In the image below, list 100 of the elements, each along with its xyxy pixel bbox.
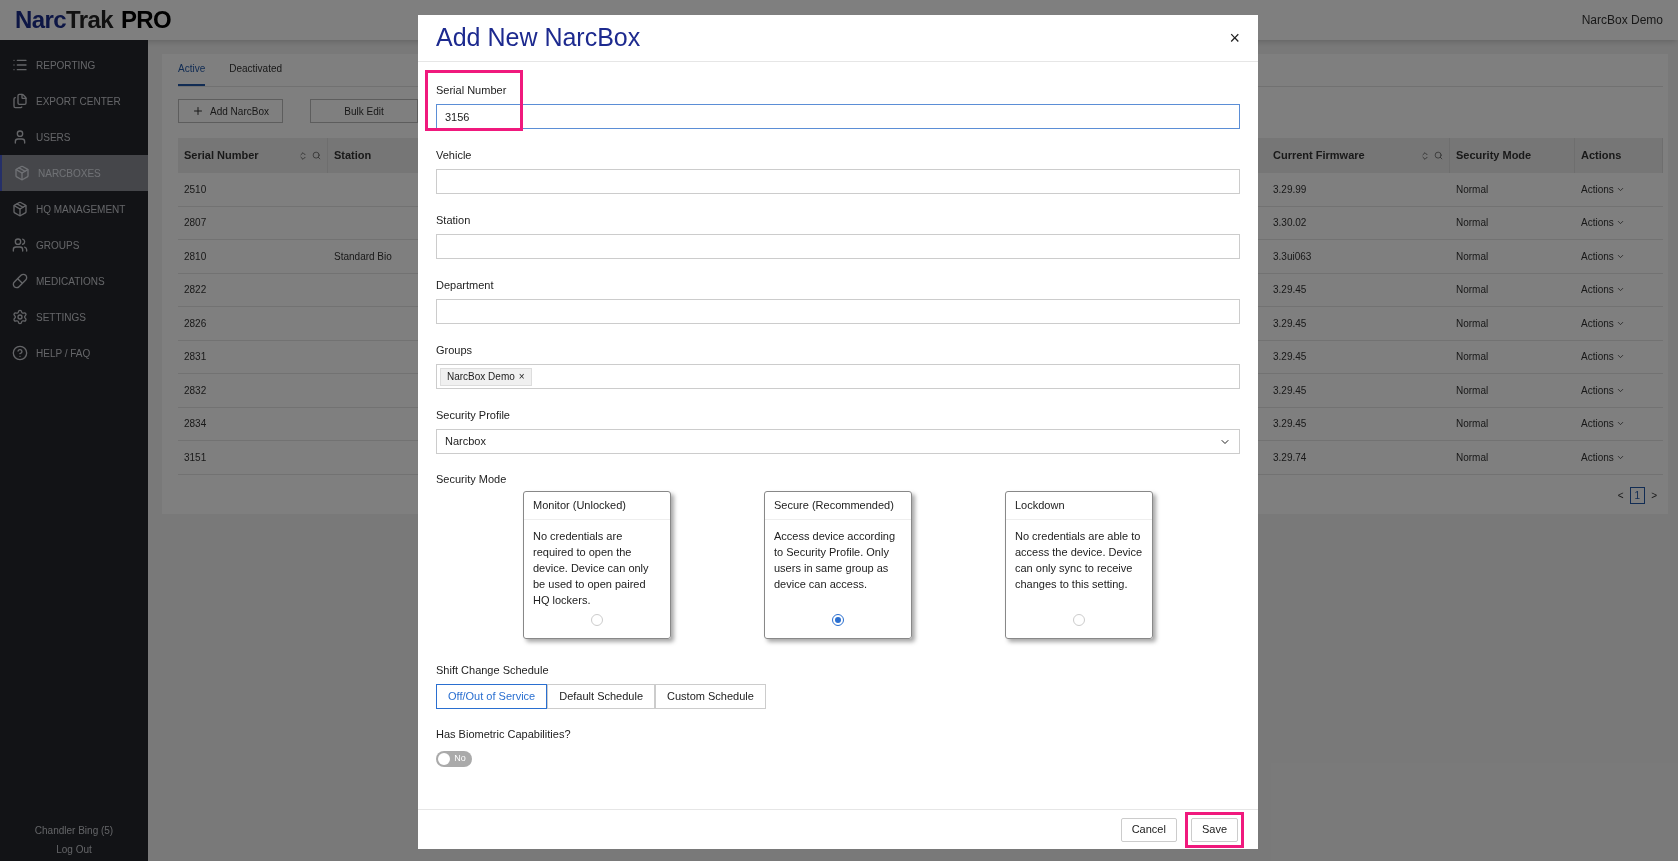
close-button[interactable]: × [1229,24,1240,52]
table-cell-text: 3.29.45 [1273,350,1307,365]
list-icon [12,57,28,73]
field-label: Vehicle [436,148,472,163]
input-field[interactable] [436,169,1240,194]
sidebar-item[interactable]: REPORTING [0,47,148,83]
dialog-button[interactable]: Save [1190,817,1238,842]
sidebar-item[interactable]: USERS [0,119,148,155]
settings-icon [12,309,28,325]
table-cell-text: 3.29.45 [1273,283,1307,298]
schedule-option[interactable]: Custom Schedule [655,684,766,709]
section-label: Has Biometric Capabilities? [436,727,572,742]
table-cell-text: Normal [1456,216,1489,231]
sidebar-item[interactable]: SETTINGS [0,299,148,335]
search-icon [1434,151,1443,160]
sort-icon [298,150,308,161]
card-title: Monitor (Unlocked) [524,492,670,520]
box-icon [12,201,28,217]
column-header[interactable]: Actions [1575,138,1663,173]
page-number[interactable]: 1 [1629,486,1646,504]
account-name[interactable]: NarcBox Demo [1581,11,1663,29]
user-icon [12,129,28,145]
table-cell-text: Normal [1456,283,1489,298]
documents-icon [12,93,28,109]
table-cell-text: Normal [1456,383,1489,398]
table-cell-text: Normal [1456,350,1489,365]
table-cell-text: 2834 [184,417,207,432]
help-icon [12,345,28,361]
section-label: Shift Change Schedule [436,663,550,678]
mode-card[interactable]: Secure (Recommended) Access device according to Security Profile. Only users in same group as device can access. [764,491,912,639]
select-field[interactable]: Narcbox [436,429,1240,454]
input-field[interactable] [436,234,1240,259]
sidebar-item[interactable]: GROUPS [0,227,148,263]
card-title: Lockdown [1006,492,1152,520]
tab[interactable]: Active [178,61,206,86]
table-cell-text: 2832 [184,383,207,398]
tag-input[interactable]: NarcBox Demo × [436,364,1240,389]
add-button[interactable]: Add NarcBox [178,99,283,123]
logo: NarcTrak PRO [15,5,172,35]
mode-card[interactable]: Monitor (Unlocked) No credentials are required to open the device. Device can only be used to open paired HQ lockers. [523,491,671,639]
remove-tag-button[interactable]: × [518,368,525,385]
toggle-switch[interactable]: No [436,751,472,767]
card-title: Secure (Recommended) [765,492,911,520]
pill-icon [12,273,28,289]
mode-card[interactable]: Lockdown No credentials are able to access the device. Device can only sync to receive changes to this setting. [1005,491,1153,639]
column-header[interactable]: Security Mode [1450,138,1575,173]
table-cell-text: Standard Bio [334,249,392,264]
table-cell-text: 2510 [184,182,207,197]
table-cell-text: Normal [1456,450,1489,465]
actions-dropdown[interactable]: Actions [1581,449,1625,465]
column-header[interactable]: Serial Number [178,138,328,173]
plus-icon [192,105,205,117]
actions-dropdown[interactable]: Actions [1581,282,1625,298]
table-cell-text: 3.3ui063 [1273,249,1312,264]
schedule-option[interactable]: Default Schedule [547,684,655,709]
actions-dropdown[interactable]: Actions [1581,382,1625,398]
card-description: No credentials are required to open the device. Device can only be used to open paired HQ lockers. [532,529,650,608]
tab[interactable]: Deactivated [229,61,283,86]
actions-dropdown[interactable]: Actions [1581,349,1625,365]
sidebar-item[interactable]: MEDICATIONS [0,263,148,299]
table-cell-text: Normal [1456,249,1489,264]
sidebar-item[interactable]: HELP / FAQ [0,335,148,371]
sidebar-item[interactable]: EXPORT CENTER [0,83,148,119]
bulk-edit-button[interactable]: Bulk Edit [310,99,418,123]
table-cell-text: 3.30.02 [1273,216,1307,231]
table-cell-text: 2831 [184,350,207,365]
table-cell-text: 3.29.99 [1273,182,1307,197]
actions-dropdown[interactable]: Actions [1581,215,1625,231]
card-description: Access device according to Security Profile. Only users in same group as device can access. [773,529,897,592]
next-page[interactable]: > [1651,487,1657,503]
actions-dropdown[interactable]: Actions [1581,416,1625,432]
table-cell-text: Normal [1456,417,1489,432]
table-cell-text: 3151 [184,450,207,465]
field-label: Serial Number [436,83,507,98]
input-field[interactable] [436,299,1240,324]
table-cell-text: 3.29.45 [1273,383,1307,398]
actions-dropdown[interactable]: Actions [1581,181,1625,197]
dialog-button[interactable]: Cancel [1120,817,1177,842]
actions-dropdown[interactable]: Actions [1581,248,1625,264]
sidebar-item[interactable]: HQ MANAGEMENT [0,191,148,227]
table-cell-text: 3.29.74 [1273,450,1307,465]
schedule-option[interactable]: Off/Out of Service [436,684,548,709]
previous-page[interactable]: < [1617,487,1624,503]
table-cell-text: 3.29.45 [1273,417,1307,432]
table-cell-text: 2810 [184,249,207,264]
logout-link[interactable]: Log Out [56,842,92,857]
table-cell-text: 2822 [184,283,207,298]
actions-dropdown[interactable]: Actions [1581,315,1625,331]
field-label: Groups [436,343,473,358]
box-icon [14,165,30,181]
column-header[interactable]: Current Firmware [1267,138,1450,173]
user-name: Chandler Bing (5) [34,824,114,838]
search-icon [312,151,321,160]
tag-label: NarcBox Demo [447,369,515,384]
people-icon [12,237,28,253]
table-cell-text: 3.29.45 [1273,316,1307,331]
table-cell-text: Normal [1456,182,1489,197]
input-field[interactable]: 3156 [436,104,1240,129]
field-label: Security Profile [436,408,510,423]
table-cell-text: Normal [1456,316,1489,331]
